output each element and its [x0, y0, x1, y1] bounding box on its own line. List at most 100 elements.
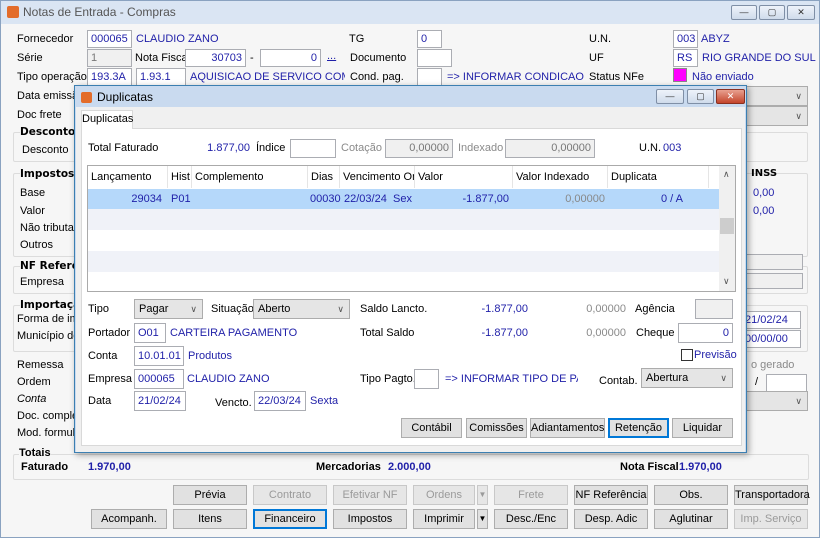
liquidar-button[interactable]: Liquidar — [672, 418, 733, 438]
cond-pag-input[interactable] — [417, 68, 442, 86]
contab-label: Contab. — [599, 375, 638, 387]
impostos-title: Impostos — [20, 167, 75, 181]
nf-ref-field-1 — [741, 254, 803, 270]
conta-input[interactable]: 10.01.01 — [134, 346, 184, 366]
col-complemento[interactable]: Complemento — [192, 166, 308, 188]
scroll-up-icon[interactable]: ∧ — [723, 169, 730, 180]
empresa-input[interactable]: 000065 — [134, 369, 184, 389]
col-dias[interactable]: Dias — [308, 166, 340, 188]
nota-fiscal-total-value: 1.970,00 — [679, 461, 722, 473]
desc-enc-button[interactable]: Desc./Enc — [494, 509, 568, 529]
portador-name: CARTEIRA PAGAMENTO — [170, 327, 298, 339]
right-select-1[interactable]: ∨ — [741, 86, 808, 106]
contab-select[interactable]: Abertura ∨ — [641, 368, 733, 388]
portador-input[interactable]: O01 — [134, 323, 166, 343]
un-label: U.N. — [639, 142, 661, 154]
conta-label: Conta — [88, 350, 118, 362]
col-valor[interactable]: Valor — [415, 166, 513, 188]
financeiro-button[interactable]: Financeiro — [253, 509, 327, 529]
desp-adic-button[interactable]: Desp. Adic — [574, 509, 648, 529]
empresa-label: Empresa — [20, 276, 65, 288]
imprimir-button[interactable]: Imprimir — [413, 509, 475, 529]
tipo-select[interactable]: Pagar ∨ — [134, 299, 203, 319]
un-input[interactable]: 003 — [673, 30, 698, 48]
transportadora-button[interactable]: Transportadora — [734, 485, 810, 505]
previsao-checkbox[interactable] — [681, 349, 693, 361]
col-vencimento[interactable]: Vencimento Orig. — [340, 166, 415, 188]
frete-button[interactable]: Frete — [494, 485, 568, 505]
tab-duplicatas[interactable]: Duplicatas — [81, 110, 133, 129]
total-saldo-label: Total Saldo — [360, 327, 415, 339]
efetivar-nf-button[interactable]: Efetivar NF — [333, 485, 407, 505]
contrato-button[interactable]: Contrato — [253, 485, 327, 505]
previsao-label[interactable]: Previsão — [694, 348, 737, 362]
impostos-button[interactable]: Impostos — [333, 509, 407, 529]
cfop-input[interactable]: 1.93.1 — [136, 68, 186, 86]
itens-button[interactable]: Itens — [173, 509, 247, 529]
tg-input[interactable]: 0 — [417, 30, 442, 48]
cond-pag-label: Cond. pag. — [350, 71, 404, 83]
situacao-select[interactable]: Aberto ∨ — [253, 299, 350, 319]
uf-input[interactable]: RS — [673, 49, 698, 67]
col-hist[interactable]: Hist. — [168, 166, 192, 188]
conta-label: Conta — [17, 393, 47, 405]
duplicatas-grid: Lançamento Hist. Complemento Dias Vencim… — [87, 165, 736, 292]
imprimir-dropdown-icon[interactable]: ▼ — [477, 509, 488, 529]
aglutinar-button[interactable]: Aglutinar — [654, 509, 728, 529]
cell-valor-indexado: 0,00000 — [565, 193, 605, 205]
mercadorias-label: Mercadorias — [316, 461, 381, 473]
obs-button[interactable]: Obs. — [654, 485, 728, 505]
panel-content: Total Faturado 1.877,00 Índice Cotação 0… — [75, 86, 748, 454]
scroll-thumb[interactable] — [720, 218, 734, 234]
inss-label: INSS — [751, 168, 778, 179]
documento-label: Documento — [350, 52, 407, 64]
uf-name: RIO GRANDE DO SUL — [702, 52, 816, 64]
previa-button[interactable]: Prévia — [173, 485, 247, 505]
empty-row — [88, 209, 719, 230]
contabil-button[interactable]: Contábil — [401, 418, 462, 438]
acompanhamento-button[interactable]: Acompanh. — [91, 509, 167, 529]
close-button[interactable]: ✕ — [787, 5, 815, 20]
ordens-button[interactable]: Ordens — [413, 485, 475, 505]
imp-servico-button[interactable]: Imp. Serviço — [734, 509, 808, 529]
cheque-input[interactable]: 0 — [678, 323, 733, 343]
inss-valor: 0,00 — [753, 205, 775, 217]
right-select-2[interactable]: ∨ — [741, 106, 808, 126]
retencao-button[interactable]: Retenção — [608, 418, 669, 438]
documento-input[interactable] — [417, 49, 452, 67]
nf-referencia-button[interactable]: NF Referência — [574, 485, 648, 505]
status-nfe-label: Status NFe — [589, 71, 645, 83]
nota-fiscal-suffix-input[interactable]: 0 — [260, 49, 321, 67]
comissoes-button[interactable]: Comissões — [466, 418, 527, 438]
fornecedor-code-input[interactable]: 000065 — [87, 30, 132, 48]
col-lancamento[interactable]: Lançamento — [88, 166, 168, 188]
maximize-button[interactable]: ▢ — [759, 5, 785, 20]
saldo-lancto-label: Saldo Lancto. — [360, 303, 428, 315]
minimize-button[interactable]: — — [731, 5, 757, 20]
importacao-date-2[interactable]: 00/00/00 — [741, 330, 801, 348]
data-input[interactable]: 21/02/24 — [134, 391, 186, 411]
serie-label: Série — [17, 52, 43, 64]
vencto-input[interactable]: 22/03/24 — [254, 391, 306, 411]
adiantamentos-button[interactable]: Adiantamentos — [530, 418, 605, 438]
vertical-scrollbar[interactable]: ∧ ∨ — [719, 166, 735, 291]
right-select-3[interactable]: ∨ — [741, 391, 808, 411]
chevron-down-icon: ∨ — [190, 304, 197, 314]
indice-input[interactable] — [290, 139, 336, 158]
importacao-date-1[interactable]: 21/02/24 — [741, 311, 801, 329]
col-valor-indexado[interactable]: Valor Indexado — [513, 166, 608, 188]
scroll-down-icon[interactable]: ∨ — [723, 276, 730, 287]
tipo-pagto-hint: => INFORMAR TIPO DE PAGAM — [445, 373, 578, 385]
col-duplicata[interactable]: Duplicata — [608, 166, 709, 188]
window-title: Notas de Entrada - Compras — [23, 5, 176, 19]
lookup-button[interactable]: ... — [327, 49, 336, 63]
tipo-pagto-input[interactable] — [414, 369, 439, 389]
gerado-input[interactable] — [766, 374, 807, 392]
inss-base: 0,00 — [753, 187, 775, 199]
nota-fiscal-input[interactable]: 30703 — [185, 49, 246, 67]
tipo-operacao-input[interactable]: 193.3A — [87, 68, 132, 86]
uf-label: UF — [589, 52, 604, 64]
cell-lancamento: 29034 — [131, 193, 162, 205]
ordens-dropdown-icon[interactable]: ▼ — [477, 485, 488, 505]
table-row[interactable]: 29034 P01 00030 22/03/24 Sex -1.877,00 0… — [88, 189, 719, 209]
